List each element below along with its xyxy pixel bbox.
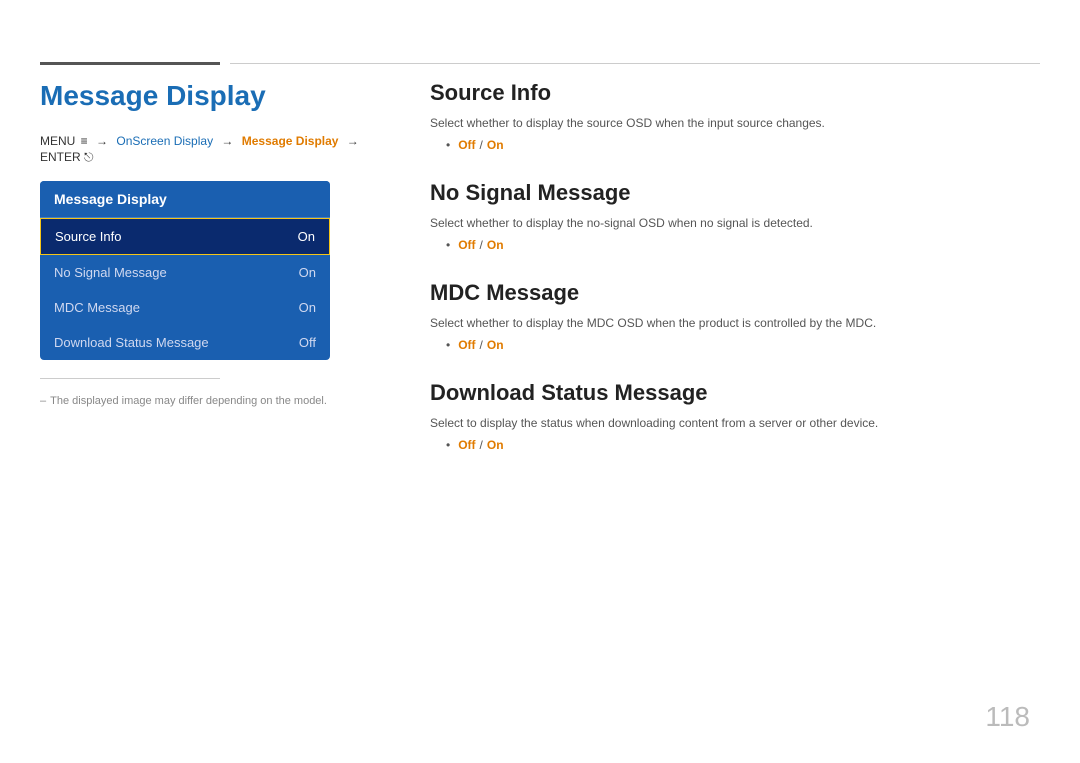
page-number: 118 (985, 701, 1030, 733)
option-on-4: On (487, 438, 504, 452)
breadcrumb-arrow2: → (218, 134, 237, 148)
section-download-title: Download Status Message (430, 380, 1040, 406)
section-source-info-option: Off / On (430, 138, 1040, 152)
section-download: Download Status Message Select to displa… (430, 380, 1040, 452)
breadcrumb-arrow1: → (93, 134, 112, 148)
option-off-2: Off (458, 238, 475, 252)
breadcrumb-message-display: Message Display (242, 134, 339, 148)
option-on-1: On (487, 138, 504, 152)
section-mdc-desc: Select whether to display the MDC OSD wh… (430, 314, 1040, 332)
section-source-info-desc: Select whether to display the source OSD… (430, 114, 1040, 132)
breadcrumb-menu-icon: ≡ (77, 134, 87, 148)
section-download-desc: Select to display the status when downlo… (430, 414, 1040, 432)
section-mdc-title: MDC Message (430, 280, 1040, 306)
section-no-signal-desc: Select whether to display the no-signal … (430, 214, 1040, 232)
menu-item-source-info-label: Source Info (55, 229, 122, 244)
menu-item-no-signal-value: On (299, 265, 316, 280)
menu-box-header: Message Display (40, 181, 330, 218)
left-panel: Message Display MENU ≡ → OnScreen Displa… (40, 80, 380, 407)
menu-item-mdc[interactable]: MDC Message On (40, 290, 330, 325)
menu-item-download[interactable]: Download Status Message Off (40, 325, 330, 360)
option-off-1: Off (458, 138, 475, 152)
option-off-3: Off (458, 338, 475, 352)
page-title: Message Display (40, 80, 380, 112)
option-off-4: Off (458, 438, 475, 452)
right-panel: Source Info Select whether to display th… (430, 80, 1040, 480)
note-text: The displayed image may differ depending… (50, 395, 327, 407)
breadcrumb: MENU ≡ → OnScreen Display → Message Disp… (40, 134, 380, 165)
option-on-2: On (487, 238, 504, 252)
menu-item-source-info-value: On (298, 229, 315, 244)
left-divider (40, 378, 220, 379)
top-line (40, 62, 1040, 65)
option-on-3: On (487, 338, 504, 352)
breadcrumb-arrow3: → (343, 134, 362, 148)
top-line-dark (40, 62, 220, 65)
note: – The displayed image may differ dependi… (40, 395, 380, 407)
section-no-signal-title: No Signal Message (430, 180, 1040, 206)
section-source-info: Source Info Select whether to display th… (430, 80, 1040, 152)
menu-item-source-info[interactable]: Source Info On (40, 218, 330, 255)
section-source-info-title: Source Info (430, 80, 1040, 106)
breadcrumb-enter: ENTER ⎋ (40, 150, 94, 165)
menu-item-download-value: Off (299, 335, 316, 350)
section-mdc-option: Off / On (430, 338, 1040, 352)
section-mdc: MDC Message Select whether to display th… (430, 280, 1040, 352)
menu-box: Message Display Source Info On No Signal… (40, 181, 330, 360)
top-line-light (230, 63, 1040, 64)
menu-item-no-signal[interactable]: No Signal Message On (40, 255, 330, 290)
section-no-signal: No Signal Message Select whether to disp… (430, 180, 1040, 252)
section-no-signal-option: Off / On (430, 238, 1040, 252)
menu-item-mdc-value: On (299, 300, 316, 315)
menu-item-no-signal-label: No Signal Message (54, 265, 167, 280)
menu-item-download-label: Download Status Message (54, 335, 209, 350)
breadcrumb-menu: MENU (40, 134, 75, 148)
section-download-option: Off / On (430, 438, 1040, 452)
breadcrumb-onscreen: OnScreen Display (116, 134, 213, 148)
menu-item-mdc-label: MDC Message (54, 300, 140, 315)
